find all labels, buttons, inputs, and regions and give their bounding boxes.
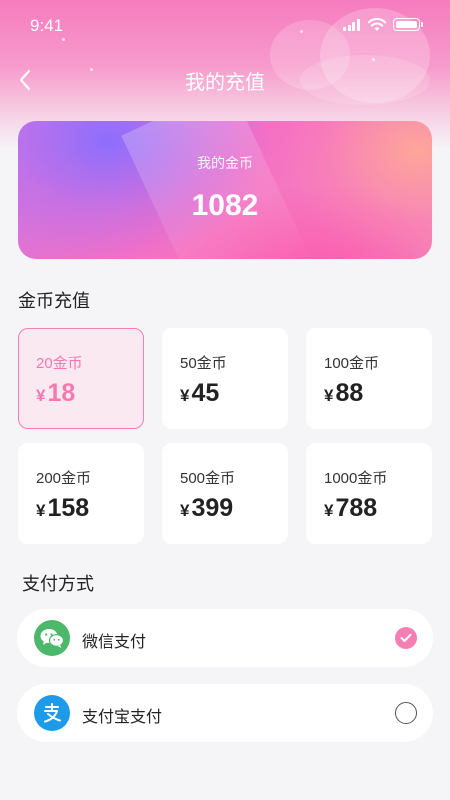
package-price: ¥45: [180, 379, 220, 407]
radio-unselected[interactable]: [395, 702, 417, 724]
recharge-section-title: 金币充值: [18, 291, 90, 311]
package-price: ¥88: [324, 379, 364, 407]
payment-option-label: 支付宝支付: [82, 709, 163, 726]
decor-dot: [372, 58, 375, 61]
alipay-icon: [34, 695, 70, 731]
signal-icon: [343, 19, 360, 31]
payment-option-wechat[interactable]: 微信支付: [17, 609, 433, 667]
balance-value: 1082: [191, 189, 259, 222]
balance-card: 我的金币 1082: [18, 121, 432, 259]
coin-package-20[interactable]: 20金币 ¥18: [18, 328, 144, 429]
package-price: ¥158: [36, 494, 90, 522]
package-coins: 500金币: [180, 470, 236, 487]
coin-package-50[interactable]: 50金币 ¥45: [162, 328, 288, 429]
balance-label: 我的金币: [197, 155, 253, 171]
coin-package-200[interactable]: 200金币 ¥158: [18, 443, 144, 544]
wifi-icon: [367, 18, 387, 31]
payment-option-label: 微信支付: [82, 634, 147, 651]
coin-package-1000[interactable]: 1000金币 ¥788: [306, 443, 432, 544]
battery-icon: [393, 18, 423, 31]
status-bar: 9:41: [0, 0, 450, 50]
payment-section-title: 支付方式: [22, 574, 94, 594]
coin-package-500[interactable]: 500金币 ¥399: [162, 443, 288, 544]
page-title: 我的充值: [185, 72, 265, 94]
package-coins: 100金币: [324, 355, 380, 372]
package-coins: 1000金币: [324, 470, 388, 487]
status-time: 9:41: [30, 16, 64, 35]
package-coins: 200金币: [36, 470, 92, 487]
package-price: ¥788: [324, 494, 378, 522]
package-coins: 20金币: [36, 355, 83, 372]
check-icon: [400, 633, 412, 642]
wechat-pay-icon: [34, 620, 70, 656]
payment-option-alipay[interactable]: 支付宝支付: [17, 684, 433, 742]
radio-selected[interactable]: [395, 627, 417, 649]
coin-package-100[interactable]: 100金币 ¥88: [306, 328, 432, 429]
package-coins: 50金币: [180, 355, 227, 372]
package-price: ¥18: [36, 379, 76, 407]
package-price: ¥399: [180, 494, 234, 522]
